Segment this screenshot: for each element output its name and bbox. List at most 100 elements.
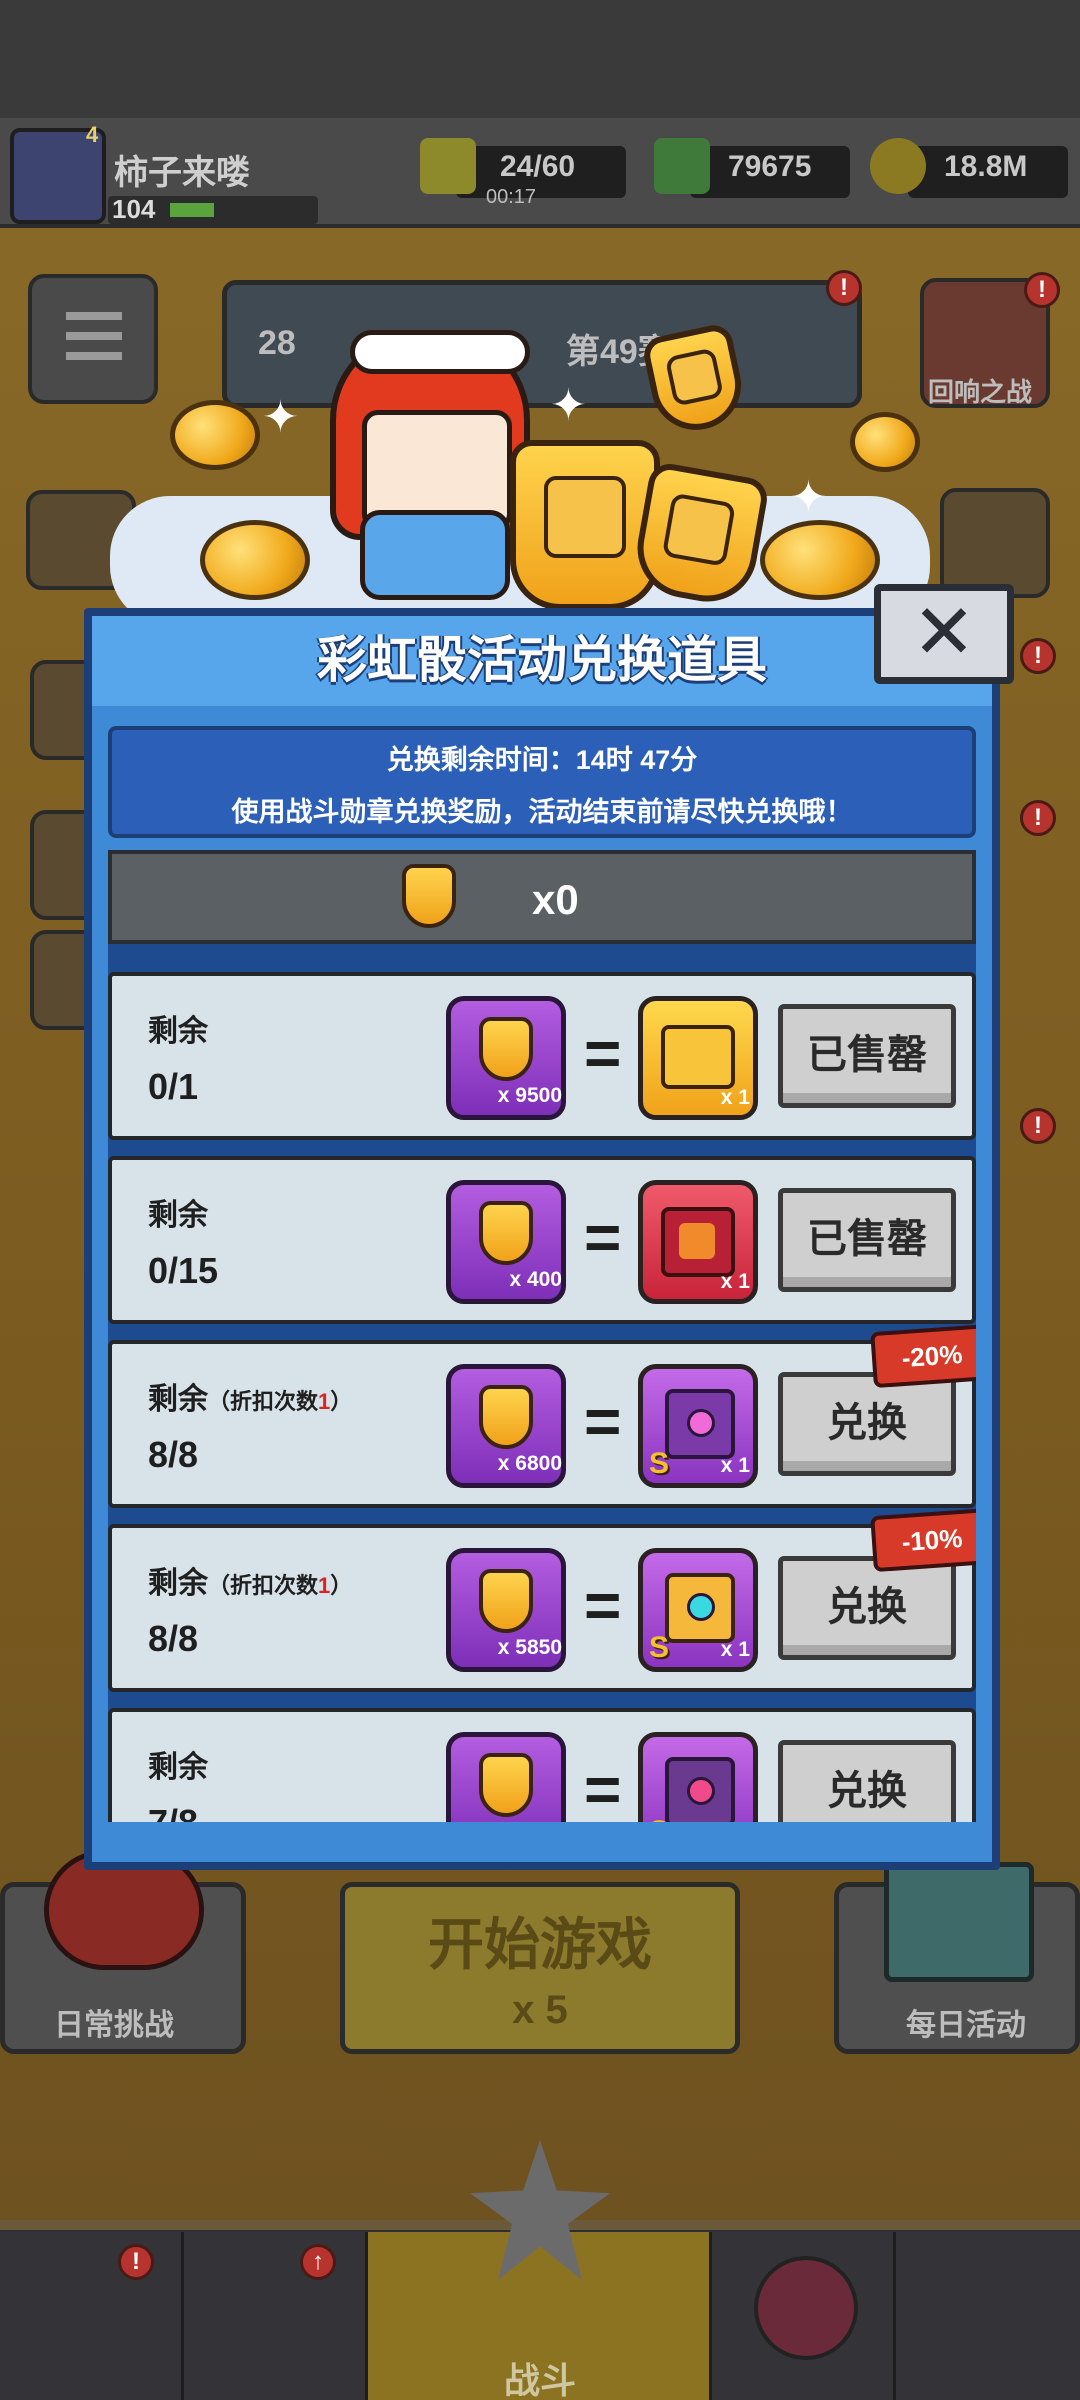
nav-equipment[interactable] bbox=[184, 2232, 368, 2400]
map-icon bbox=[884, 1862, 1034, 1982]
side-alert-dot-4: ! bbox=[1020, 1108, 1056, 1144]
coins-value: 18.8M bbox=[944, 150, 1028, 183]
remaining-label: 剩余 bbox=[148, 1199, 208, 1232]
modal-title: 彩虹骰活动兑换道具 bbox=[317, 632, 767, 688]
discount-badge: -20% bbox=[870, 1323, 976, 1389]
player-level: 104 bbox=[112, 194, 156, 224]
coin-decoration bbox=[760, 520, 880, 600]
menu-button[interactable] bbox=[28, 274, 158, 404]
medal-count: x0 bbox=[532, 876, 579, 923]
reward-quantity: x 1 bbox=[720, 1086, 750, 1109]
sold-out-button[interactable]: 已售罄 bbox=[778, 1188, 956, 1292]
coin-decoration bbox=[200, 520, 310, 600]
cost-quantity: x 6800 bbox=[497, 1452, 562, 1475]
remaining-count: 8/8 bbox=[148, 1618, 199, 1659]
exchange-row: 剩余 0/1 x 9500 = x 1 已售罄 bbox=[108, 972, 976, 1140]
remaining-label: 剩余（折扣次数1） bbox=[148, 1567, 353, 1600]
energy-icon bbox=[420, 138, 476, 194]
daily-activity-label: 每日活动 bbox=[906, 2009, 1026, 2042]
gems-value: 79675 bbox=[728, 150, 812, 183]
equals-sign: = bbox=[584, 1385, 622, 1457]
reward-quantity: x 1 bbox=[720, 1454, 750, 1477]
sparkle-icon: ✦ bbox=[790, 473, 827, 522]
avatar-level: 4 bbox=[86, 122, 99, 147]
remaining-count: 7/8 bbox=[148, 1802, 198, 1822]
chapter-panel[interactable] bbox=[222, 280, 862, 408]
cost-quantity: x 9500 bbox=[497, 1084, 562, 1107]
dice-medal-icon bbox=[479, 1385, 533, 1449]
dice-medal-icon bbox=[510, 440, 660, 610]
echo-battle-label: 回响之战 bbox=[928, 377, 1033, 407]
puzzle-box-icon bbox=[661, 1207, 735, 1277]
chapter-badge: 28 bbox=[258, 324, 296, 362]
nav-shop-alert-dot: ! bbox=[118, 2244, 154, 2280]
side-alert-dot-2: ! bbox=[1020, 638, 1056, 674]
daily-challenge-label: 日常挑战 bbox=[54, 2009, 174, 2042]
exchange-instruction: 使用战斗勋章兑换奖励，活动结束前请尽快兑换哦！ bbox=[231, 797, 853, 827]
remaining-count: 0/1 bbox=[148, 1066, 199, 1107]
dice-medal-icon bbox=[479, 1017, 533, 1081]
player-name: 柿子来喽 bbox=[114, 154, 250, 192]
equals-sign: = bbox=[584, 1201, 622, 1273]
chest-icon bbox=[661, 1025, 735, 1089]
status-bar-area bbox=[0, 0, 1080, 120]
chest-icon bbox=[665, 1573, 735, 1643]
equals-sign: = bbox=[584, 1017, 622, 1089]
medal-balance-bar: x0 bbox=[108, 850, 976, 944]
exchange-button[interactable]: 兑换 bbox=[778, 1556, 956, 1660]
remaining-label: 剩余 bbox=[148, 1015, 208, 1048]
s-rank-mark: S bbox=[649, 1815, 669, 1822]
remaining-count: 8/8 bbox=[148, 1434, 199, 1475]
chest-icon bbox=[665, 1389, 735, 1459]
cost-quantity: x 400 bbox=[509, 1268, 562, 1291]
exchange-button[interactable]: 兑换 bbox=[778, 1372, 956, 1476]
sparkle-icon: ✦ bbox=[262, 393, 299, 442]
character-body bbox=[360, 510, 510, 600]
sold-out-button[interactable]: 已售罄 bbox=[778, 1004, 956, 1108]
equals-sign: = bbox=[584, 1569, 622, 1641]
coin-decoration bbox=[170, 400, 260, 470]
discount-badge: -10% bbox=[870, 1507, 976, 1573]
dice-medal-icon bbox=[479, 1201, 533, 1265]
nav-equipment-alert-dot: ↑ bbox=[300, 2244, 336, 2280]
start-game-label: 开始游戏 bbox=[428, 1913, 652, 1976]
cost-quantity: x 5850 bbox=[497, 1636, 562, 1659]
reward-quantity: x 1 bbox=[720, 1638, 750, 1661]
dice-medal-icon bbox=[479, 1569, 533, 1633]
gem-icon bbox=[654, 138, 710, 194]
start-game-cost: x 5 bbox=[512, 1988, 568, 2032]
exchange-button[interactable]: 兑换 bbox=[778, 1740, 956, 1822]
energy-value: 24/60 bbox=[500, 150, 576, 183]
side-right-button-2[interactable] bbox=[940, 488, 1050, 598]
nav-evolution[interactable] bbox=[896, 2232, 1080, 2400]
nav-shop[interactable] bbox=[0, 2232, 184, 2400]
echo-battle-alert-dot: ! bbox=[1024, 272, 1060, 308]
remaining-count: 0/15 bbox=[148, 1250, 219, 1291]
remaining-label: 剩余 bbox=[148, 1751, 208, 1784]
equals-sign: = bbox=[584, 1753, 622, 1822]
time-remaining: 兑换剩余时间：14时 47分 bbox=[386, 745, 698, 775]
energy-timer: 00:17 bbox=[486, 186, 537, 208]
dice-medal-icon bbox=[402, 864, 456, 928]
exchange-row: 剩余 7/8 = S 兑换 bbox=[108, 1708, 976, 1822]
talent-ball-icon bbox=[754, 2256, 858, 2360]
remaining-label: 剩余（折扣次数1） bbox=[148, 1383, 353, 1416]
level-bar-fill bbox=[170, 203, 214, 217]
reward-quantity: x 1 bbox=[720, 1270, 750, 1293]
side-alert-dot-3: ! bbox=[1020, 800, 1056, 836]
medal-cost-tile bbox=[446, 1732, 566, 1822]
nav-battle-label: 战斗 bbox=[503, 2360, 576, 2400]
exchange-row: 剩余 0/15 x 400 = x 1 已售罄 bbox=[108, 1156, 976, 1324]
exchange-row: 剩余（折扣次数1） 8/8 x 6800 = S x 1 兑换 -20% bbox=[108, 1323, 976, 1508]
purple-chest-tile: S bbox=[638, 1732, 758, 1822]
chest-icon bbox=[665, 1757, 735, 1822]
exchange-list[interactable]: x0 剩余 0/1 x 9500 = x 1 已售罄 剩余 0/15 x 400… bbox=[108, 850, 976, 1822]
close-button[interactable]: ✕ bbox=[874, 584, 1014, 684]
chapter-alert-dot: ! bbox=[826, 270, 862, 306]
coin-icon bbox=[870, 138, 926, 194]
sparkle-icon: ✦ bbox=[550, 381, 587, 430]
coin-decoration bbox=[850, 412, 920, 472]
character-headband bbox=[350, 330, 530, 374]
exchange-row: 剩余（折扣次数1） 8/8 x 5850 = S x 1 兑换 -10% bbox=[108, 1507, 976, 1692]
dice-medal-icon bbox=[479, 1753, 533, 1817]
